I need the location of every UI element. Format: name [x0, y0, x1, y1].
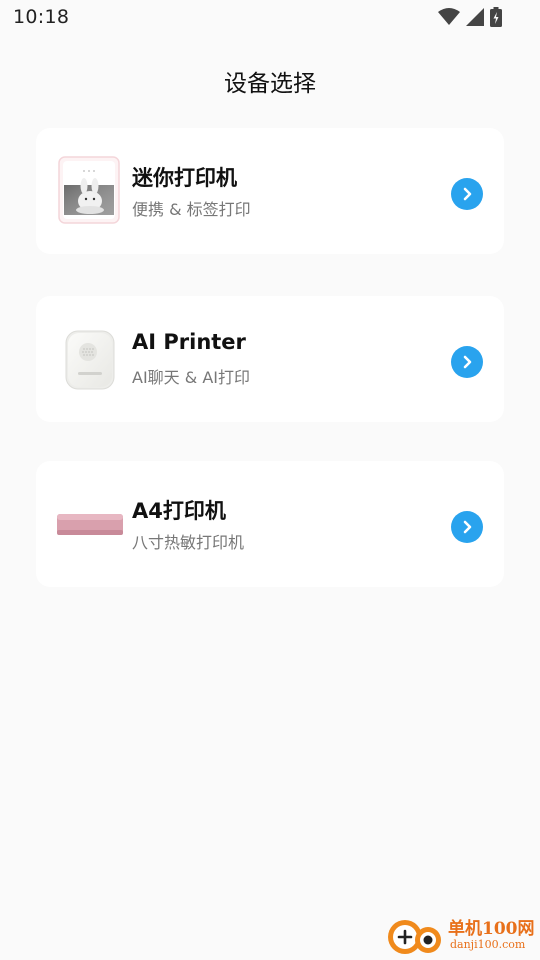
chevron-right-icon[interactable]: [451, 178, 483, 210]
page-title: 设备选择: [224, 71, 316, 97]
wifi-icon: [438, 8, 460, 30]
device-card-mini-printer[interactable]: 迷你打印机 便携 & 标签打印: [36, 128, 504, 254]
chevron-right-icon[interactable]: [451, 346, 483, 378]
status-time: 10:18: [13, 6, 70, 28]
device-card-a4-printer[interactable]: A4打印机 八寸热敏打印机: [36, 461, 504, 587]
watermark-logo-icon: [386, 916, 446, 960]
ai-printer-image: [58, 323, 120, 395]
a4-printer-image: [56, 488, 124, 560]
device-title: A4打印机: [132, 499, 226, 523]
chevron-right-icon[interactable]: [451, 511, 483, 543]
device-subtitle: 便携 & 标签打印: [132, 200, 251, 219]
device-subtitle: AI聊天 & AI打印: [132, 368, 250, 387]
device-title: 迷你打印机: [132, 166, 237, 190]
watermark-name: 单机100网: [448, 919, 535, 939]
status-bar: 10:18: [0, 0, 540, 36]
device-title: AI Printer: [132, 330, 246, 354]
mini-printer-image: [58, 155, 120, 227]
watermark-domain: danji100.com: [450, 938, 526, 951]
device-subtitle: 八寸热敏打印机: [132, 533, 245, 552]
status-icons: [438, 7, 502, 31]
battery-charging-icon: [490, 7, 502, 31]
watermark: 单机100网 danji100.com: [386, 912, 536, 958]
device-card-ai-printer[interactable]: AI Printer AI聊天 & AI打印: [36, 296, 504, 422]
cell-signal-icon: [466, 8, 484, 30]
